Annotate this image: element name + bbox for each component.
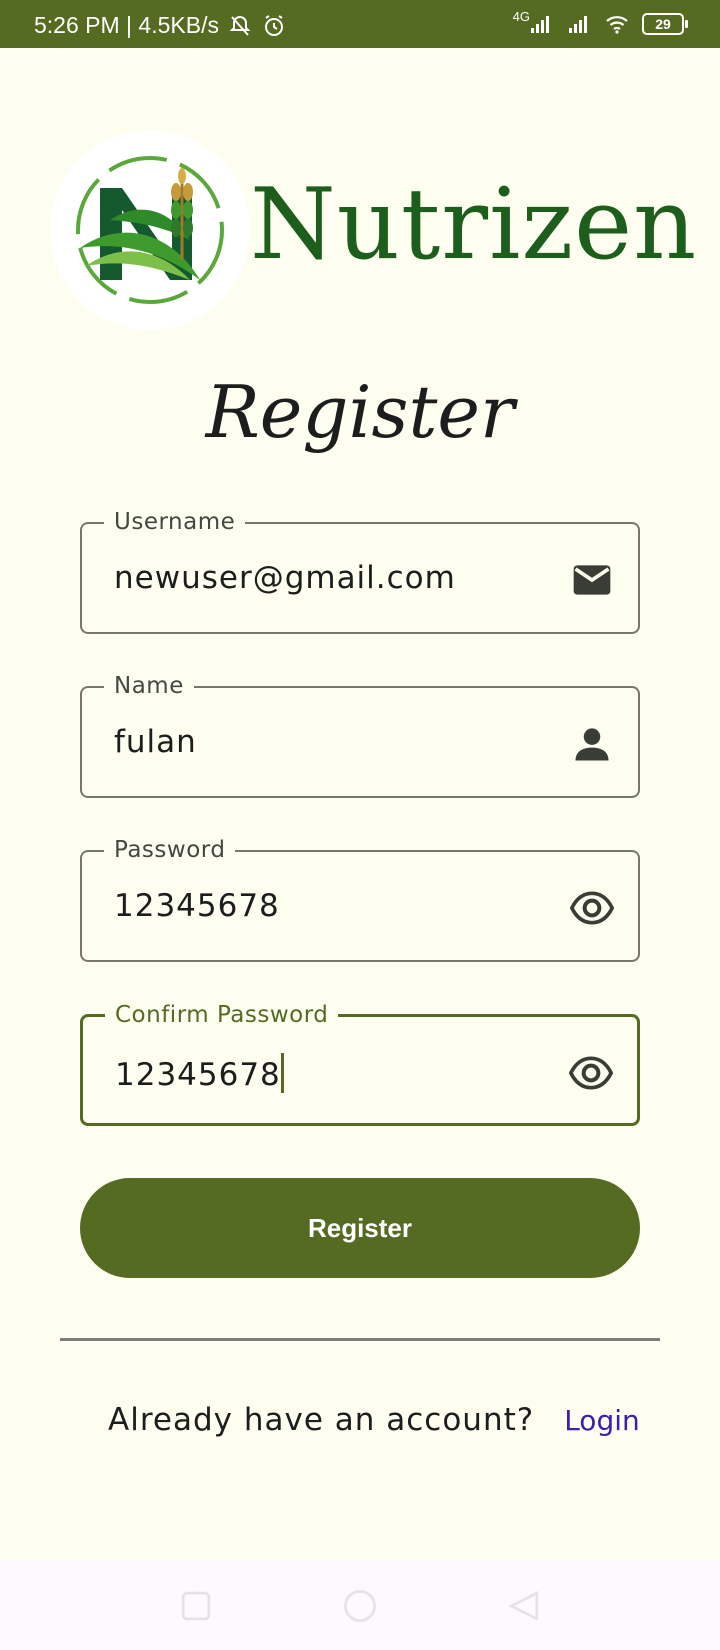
bell-off-icon: [229, 15, 251, 36]
signal-icon: [531, 16, 549, 33]
network-type: 4G: [512, 8, 530, 24]
confirm-password-value[interactable]: 12345678: [115, 1057, 281, 1093]
person-icon: [575, 728, 609, 761]
confirm-password-label: Confirm Password: [105, 1002, 339, 1028]
battery-indicator: 29: [642, 13, 688, 35]
brand-logo: [50, 130, 250, 330]
password-value[interactable]: 12345678: [114, 888, 280, 924]
recents-icon[interactable]: [174, 1584, 218, 1628]
eye-icon[interactable]: [570, 886, 614, 930]
username-field[interactable]: Username newuser@gmail.com: [80, 509, 640, 634]
login-row: Already have an account? Login: [108, 1402, 640, 1438]
wifi-icon: [606, 16, 628, 34]
mail-icon: [573, 565, 611, 595]
login-link[interactable]: Login: [564, 1404, 640, 1437]
login-question: Already have an account?: [108, 1402, 535, 1438]
alarm-icon: [264, 14, 283, 36]
status-time-speed: 5:26 PM | 4.5KB/s: [34, 12, 219, 38]
name-label: Name: [104, 673, 194, 699]
nutrizen-logo-icon: [76, 156, 224, 304]
brand-name: Nutrizen: [250, 168, 698, 282]
home-icon[interactable]: [338, 1584, 382, 1628]
text-cursor: [280, 1053, 284, 1093]
page-title: Register: [205, 370, 515, 454]
eye-icon[interactable]: [569, 1051, 613, 1095]
status-left: 5:26 PM | 4.5KB/s: [34, 12, 287, 39]
back-icon[interactable]: [502, 1584, 546, 1628]
password-field[interactable]: Password 12345678: [80, 837, 640, 962]
navigation-bar: [0, 1560, 720, 1650]
username-value[interactable]: newuser@gmail.com: [114, 560, 456, 596]
password-label: Password: [104, 837, 236, 863]
name-field[interactable]: Name fulan: [80, 673, 640, 798]
name-value[interactable]: fulan: [114, 724, 197, 760]
divider: [60, 1338, 660, 1341]
status-bar: 5:26 PM | 4.5KB/s 4G 29: [0, 0, 720, 48]
username-label: Username: [104, 509, 246, 535]
signal-icon-2: [569, 16, 587, 33]
status-right: 4G 29: [512, 8, 688, 36]
confirm-password-field[interactable]: Confirm Password 12345678: [80, 1002, 640, 1126]
confirm-password-value-wrap[interactable]: 12345678: [115, 1053, 284, 1093]
register-button[interactable]: Register: [80, 1178, 640, 1278]
